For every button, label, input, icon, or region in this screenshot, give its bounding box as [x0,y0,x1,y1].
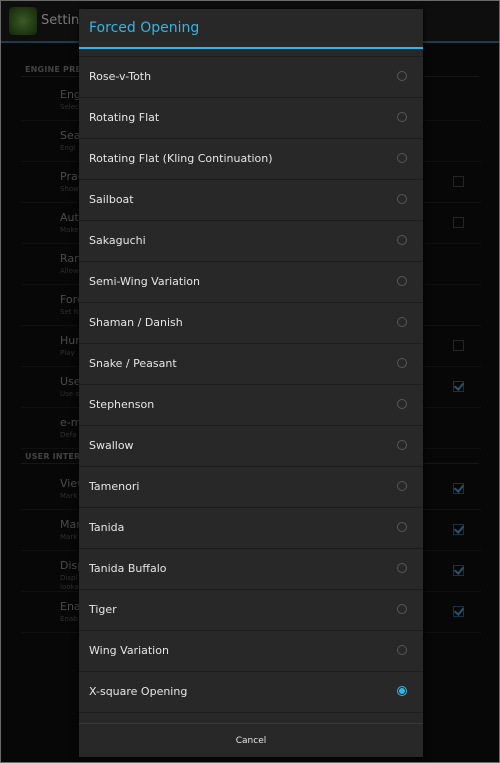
radio-icon[interactable] [397,276,407,286]
opening-options-list[interactable]: Rose-birdie / Rose-Tamenori Rose-v-Toth Ro… [79,49,423,713]
radio-icon[interactable] [397,399,407,409]
opening-option[interactable]: Tiger [79,590,423,631]
opening-option[interactable]: Tanida [79,508,423,549]
opening-option-label: Sailboat [89,193,134,206]
dialog-button-bar: Cancel [79,723,423,758]
opening-option-label: Sakaguchi [89,234,146,247]
radio-icon[interactable] [397,71,407,81]
opening-option-label: Rotating Flat [89,111,160,124]
opening-option-label: Tamenori [89,480,140,493]
opening-option[interactable]: Rose-birdie / Rose-Tamenori [79,49,423,57]
opening-option[interactable]: Rotating Flat [79,98,423,139]
radio-icon[interactable] [397,358,407,368]
radio-icon[interactable] [397,112,407,122]
opening-option[interactable]: Shaman / Danish [79,303,423,344]
opening-option[interactable]: Swallow [79,426,423,467]
radio-icon[interactable] [397,153,407,163]
radio-icon[interactable] [397,563,407,573]
opening-option-label: Snake / Peasant [89,357,177,370]
dialog-title: Forced Opening [89,20,200,36]
opening-option-label: Stephenson [89,398,155,411]
opening-option[interactable]: X-square Opening [79,672,423,713]
opening-option[interactable]: Stephenson [79,385,423,426]
opening-option-label: Wing Variation [89,644,169,657]
forced-opening-dialog: Forced Opening Rose-birdie / Rose-Tameno… [79,9,423,757]
radio-icon[interactable] [397,481,407,491]
radio-icon[interactable] [397,522,407,532]
opening-option[interactable]: Wing Variation [79,631,423,672]
opening-option-label: Tanida [89,521,125,534]
cancel-button[interactable]: Cancel [79,724,423,758]
radio-icon[interactable] [397,604,407,614]
opening-option[interactable]: Tamenori [79,467,423,508]
radio-icon[interactable] [397,194,407,204]
radio-selected-icon[interactable] [397,686,407,696]
opening-option-label: X-square Opening [89,685,188,698]
opening-option[interactable]: Snake / Peasant [79,344,423,385]
opening-option[interactable]: Semi-Wing Variation [79,262,423,303]
screen: Settings ENGINE PREFERENCES USER INTERFA… [0,0,500,763]
radio-icon[interactable] [397,235,407,245]
opening-option[interactable]: Tanida Buffalo [79,549,423,590]
opening-option[interactable]: Sakaguchi [79,221,423,262]
radio-icon[interactable] [397,645,407,655]
opening-option-label: Semi-Wing Variation [89,275,200,288]
radio-icon[interactable] [397,317,407,327]
opening-option-label: Shaman / Danish [89,316,183,329]
opening-option[interactable]: Rotating Flat (Kling Continuation) [79,139,423,180]
opening-option-label: Tiger [89,603,117,616]
opening-option[interactable]: Rose-v-Toth [79,57,423,98]
opening-option-label: Tanida Buffalo [89,562,167,575]
dialog-title-bar: Forced Opening [79,9,423,49]
opening-option[interactable]: Sailboat [79,180,423,221]
opening-option-label: Rose-v-Toth [89,70,152,83]
opening-option-label: Swallow [89,439,134,452]
radio-icon[interactable] [397,440,407,450]
opening-option-label: Rotating Flat (Kling Continuation) [89,152,273,165]
